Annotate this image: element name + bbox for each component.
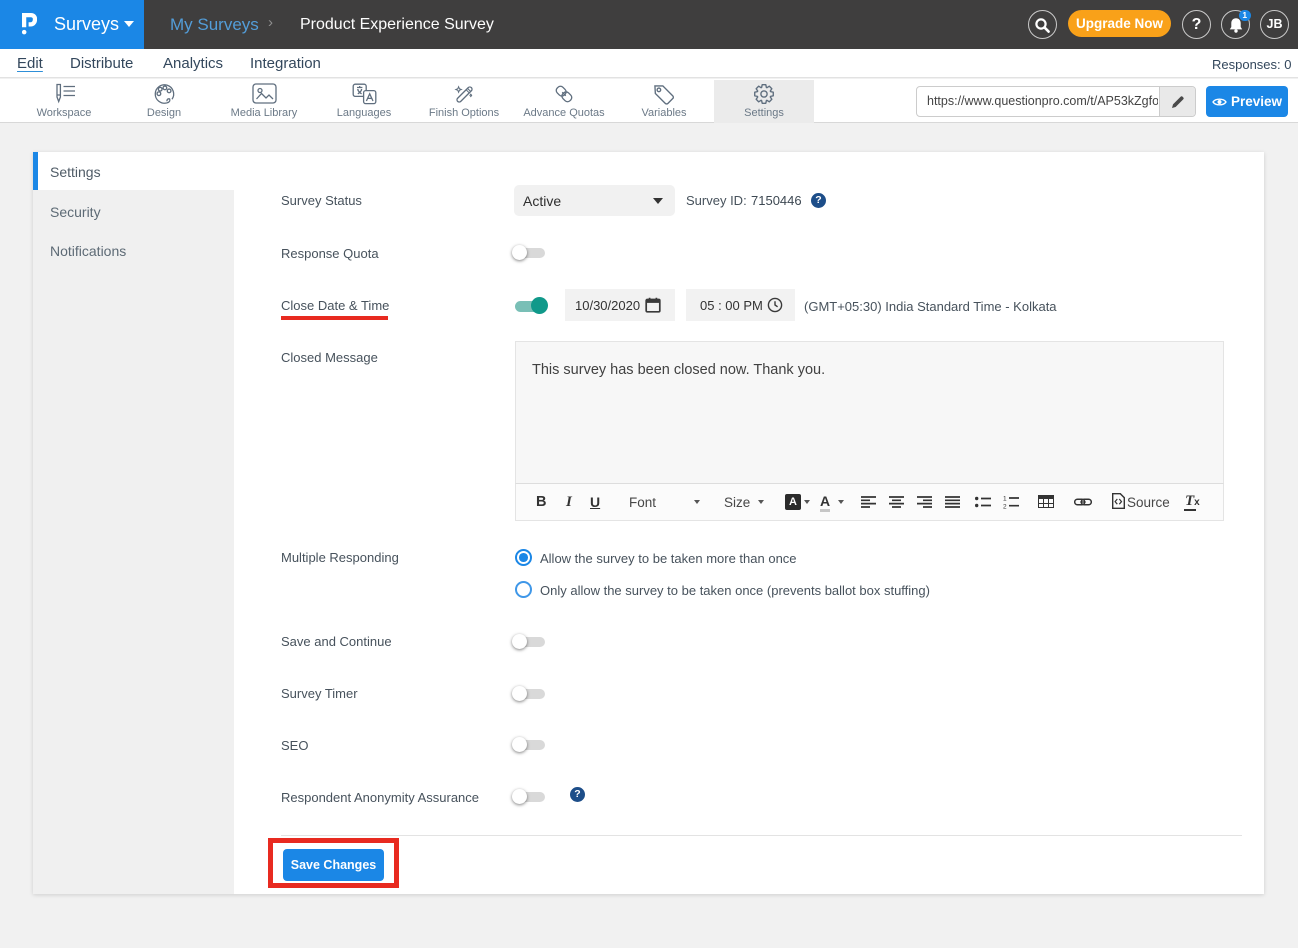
svg-text:1: 1 — [1003, 496, 1007, 503]
svg-text:2: 2 — [1003, 504, 1007, 510]
